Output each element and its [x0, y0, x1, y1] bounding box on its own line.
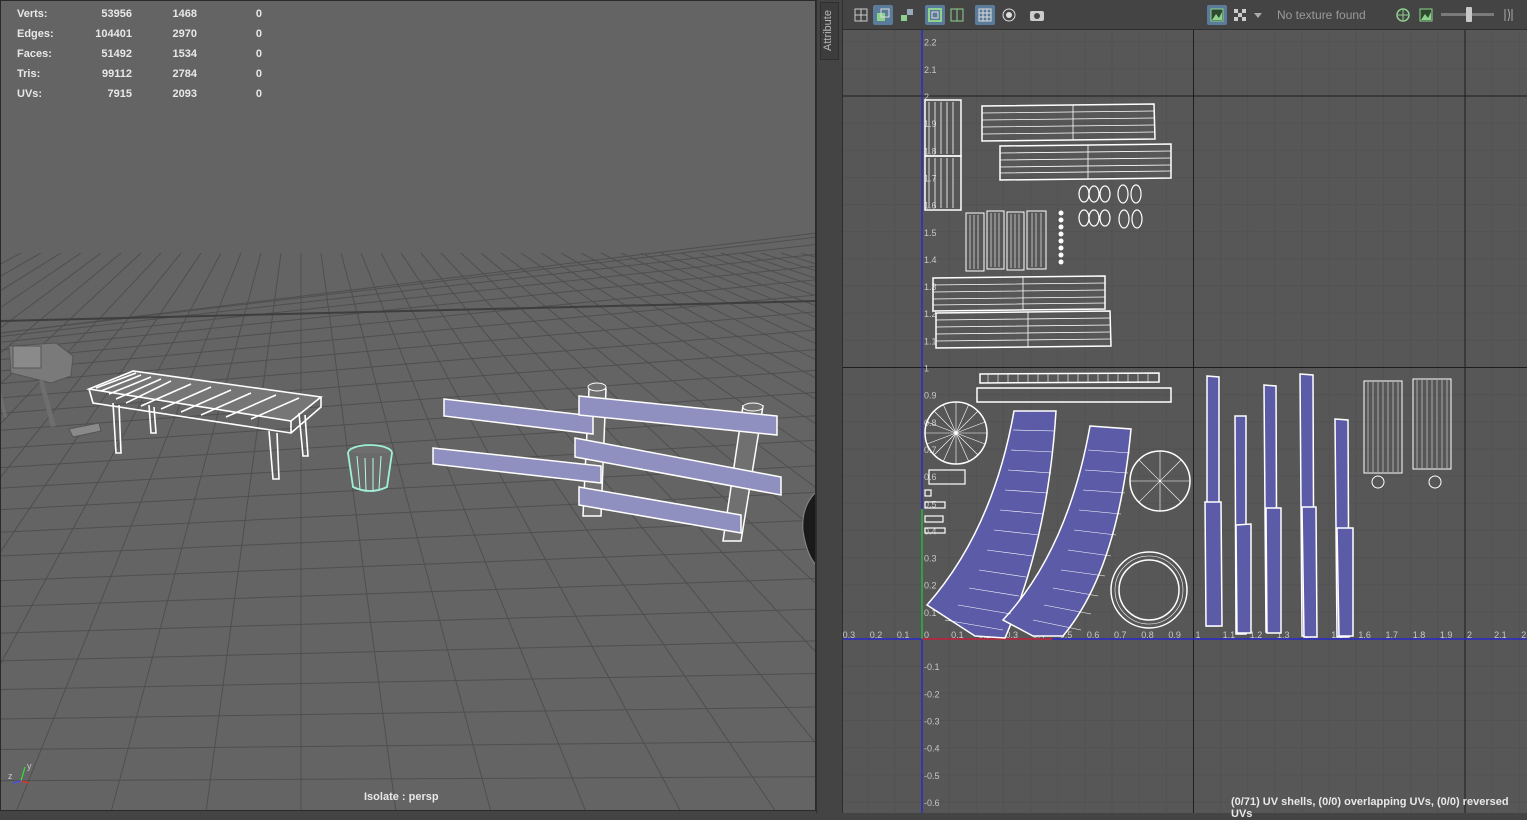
v-tick-label: 0.2 — [924, 581, 937, 591]
u-tick-label: 1.9 — [1440, 630, 1453, 640]
attribute-editor-tab[interactable]: Attribute — [820, 2, 839, 60]
stat-selected: 1534 — [172, 48, 197, 60]
uv-grid-svg[interactable]: 0.30.20.100.10.20.30.40.50.60.70.80.911.… — [843, 30, 1527, 813]
stat-selected: 2970 — [172, 28, 197, 40]
axis-gizmo-icon: y z — [8, 761, 32, 784]
stat-total: 53956 — [101, 8, 132, 20]
svg-text:z: z — [8, 771, 13, 781]
stat-label: UVs: — [17, 88, 43, 100]
shaded-uv-icon[interactable] — [897, 5, 917, 25]
stat-selected: 2093 — [172, 88, 197, 100]
stat-total: 104401 — [95, 28, 132, 40]
stat-label: Tris: — [17, 68, 41, 80]
layout-split-icon[interactable] — [873, 5, 893, 25]
u-tick-label: 1.8 — [1413, 630, 1426, 640]
stat-row-faces: Faces: 51492 1534 0 — [17, 44, 262, 64]
panel-divider[interactable]: Attribute — [816, 0, 843, 813]
v-tick-label: 1.1 — [924, 336, 937, 346]
dropdown-arrow-icon[interactable] — [1252, 5, 1264, 25]
v-tick-label: 1.3 — [924, 282, 937, 292]
stat-row-tris: Tris: 99112 2784 0 — [17, 64, 262, 84]
v-tick-label: 2.1 — [924, 65, 937, 75]
attribute-tab-label: Attribute — [822, 10, 834, 51]
stat-row-verts: Verts: 53956 1468 0 — [17, 4, 262, 24]
bucket-model[interactable] — [347, 444, 393, 492]
stat-total: 7915 — [107, 88, 132, 100]
checker-icon[interactable] — [1230, 5, 1250, 25]
u-tick-label: 0.2 — [870, 630, 883, 640]
u-tick-label: 1.7 — [1386, 630, 1399, 640]
u-tick-label: 0.3 — [843, 630, 855, 640]
uv-toolbar: No texture found — [843, 0, 1527, 30]
v-tick-label: 1 — [924, 364, 929, 374]
u-tick-label: 0.7 — [1114, 630, 1127, 640]
v-tick-label: -0.6 — [924, 798, 940, 808]
v-tick-label: -0.1 — [924, 662, 940, 672]
u-tick-label: 0.1 — [897, 630, 910, 640]
uv-canvas[interactable]: 0.30.20.100.10.20.30.40.50.60.70.80.911.… — [843, 30, 1527, 813]
layout-single-icon[interactable] — [851, 5, 871, 25]
pixel-snap-icon[interactable] — [999, 5, 1019, 25]
stat-total: 51492 — [101, 48, 132, 60]
v-tick-label: 1.4 — [924, 255, 937, 265]
brightness-slider-thumb[interactable] — [1466, 7, 1472, 22]
image-range-icon[interactable] — [1416, 5, 1436, 25]
u-tick-label: 1.6 — [1358, 630, 1371, 640]
stat-label: Verts: — [17, 8, 48, 20]
v-tick-label: -0.2 — [924, 689, 940, 699]
distortion-icon[interactable] — [947, 5, 967, 25]
offscreen-object[interactable] — [802, 491, 816, 566]
stat-extra: 0 — [255, 88, 262, 100]
scene-canvas[interactable] — [1, 1, 816, 811]
anvil-model[interactable] — [1, 342, 102, 438]
uv-editor-panel: No texture found 0.30.20.100.10.20.30.40… — [843, 0, 1527, 820]
texture-field[interactable]: No texture found — [1277, 6, 1397, 25]
u-tick-label: 2 — [1467, 630, 1472, 640]
v-tick-label: -0.4 — [924, 744, 940, 754]
stat-extra: 0 — [255, 48, 262, 60]
snapshot-icon[interactable] — [1027, 5, 1047, 25]
u-tick-label: 0.1 — [951, 630, 964, 640]
grid-icon[interactable] — [975, 5, 995, 25]
exposure-icon[interactable] — [1393, 5, 1413, 25]
v-tick-label: 0.3 — [924, 554, 937, 564]
uv-status-bar: (0/71) UV shells, (0/0) overlapping UVs,… — [1231, 796, 1509, 820]
stat-label: Edges: — [17, 28, 54, 40]
v-tick-label: 2.2 — [924, 38, 937, 48]
u-tick-label: 2.1 — [1494, 630, 1507, 640]
u-tick-label: 0.9 — [1168, 630, 1181, 640]
u-tick-label: 0.8 — [1141, 630, 1154, 640]
stat-label: Faces: — [17, 48, 52, 60]
stat-row-edges: Edges: 104401 2970 0 — [17, 24, 262, 44]
v-tick-label: 0.6 — [924, 472, 937, 482]
poly-count-hud: Verts: 53956 1468 0 Edges: 104401 2970 0… — [17, 4, 262, 104]
stat-extra: 0 — [255, 68, 262, 80]
v-tick-label: -0.5 — [924, 771, 940, 781]
v-tick-label: 1.5 — [924, 228, 937, 238]
uv-shell-border-icon[interactable] — [925, 5, 945, 25]
u-tick-label: 1 — [1196, 630, 1201, 640]
u-tick-label: 0.6 — [1087, 630, 1100, 640]
stat-extra: 0 — [255, 8, 262, 20]
camera-label: Isolate : persp — [364, 791, 439, 803]
v-tick-label: -0.3 — [924, 716, 940, 726]
u-tick-label: 0 — [924, 630, 929, 640]
fence-model[interactable] — [432, 382, 782, 542]
stat-total: 99112 — [102, 68, 132, 80]
svg-text:y: y — [27, 761, 32, 771]
stat-selected: 1468 — [172, 8, 197, 20]
gamma-icon[interactable] — [1499, 5, 1519, 25]
stat-selected: 2784 — [172, 68, 197, 80]
stat-row-uvs: UVs: 7915 2093 0 — [17, 84, 262, 104]
v-tick-label: 0.9 — [924, 391, 937, 401]
perspective-viewport[interactable]: Verts: 53956 1468 0 Edges: 104401 2970 0… — [0, 0, 816, 811]
u-tick-label: 1.1 — [1223, 630, 1236, 640]
u-tick-label: 2 — [1521, 630, 1526, 640]
display-image-icon[interactable] — [1207, 5, 1227, 25]
stat-extra: 0 — [255, 28, 262, 40]
